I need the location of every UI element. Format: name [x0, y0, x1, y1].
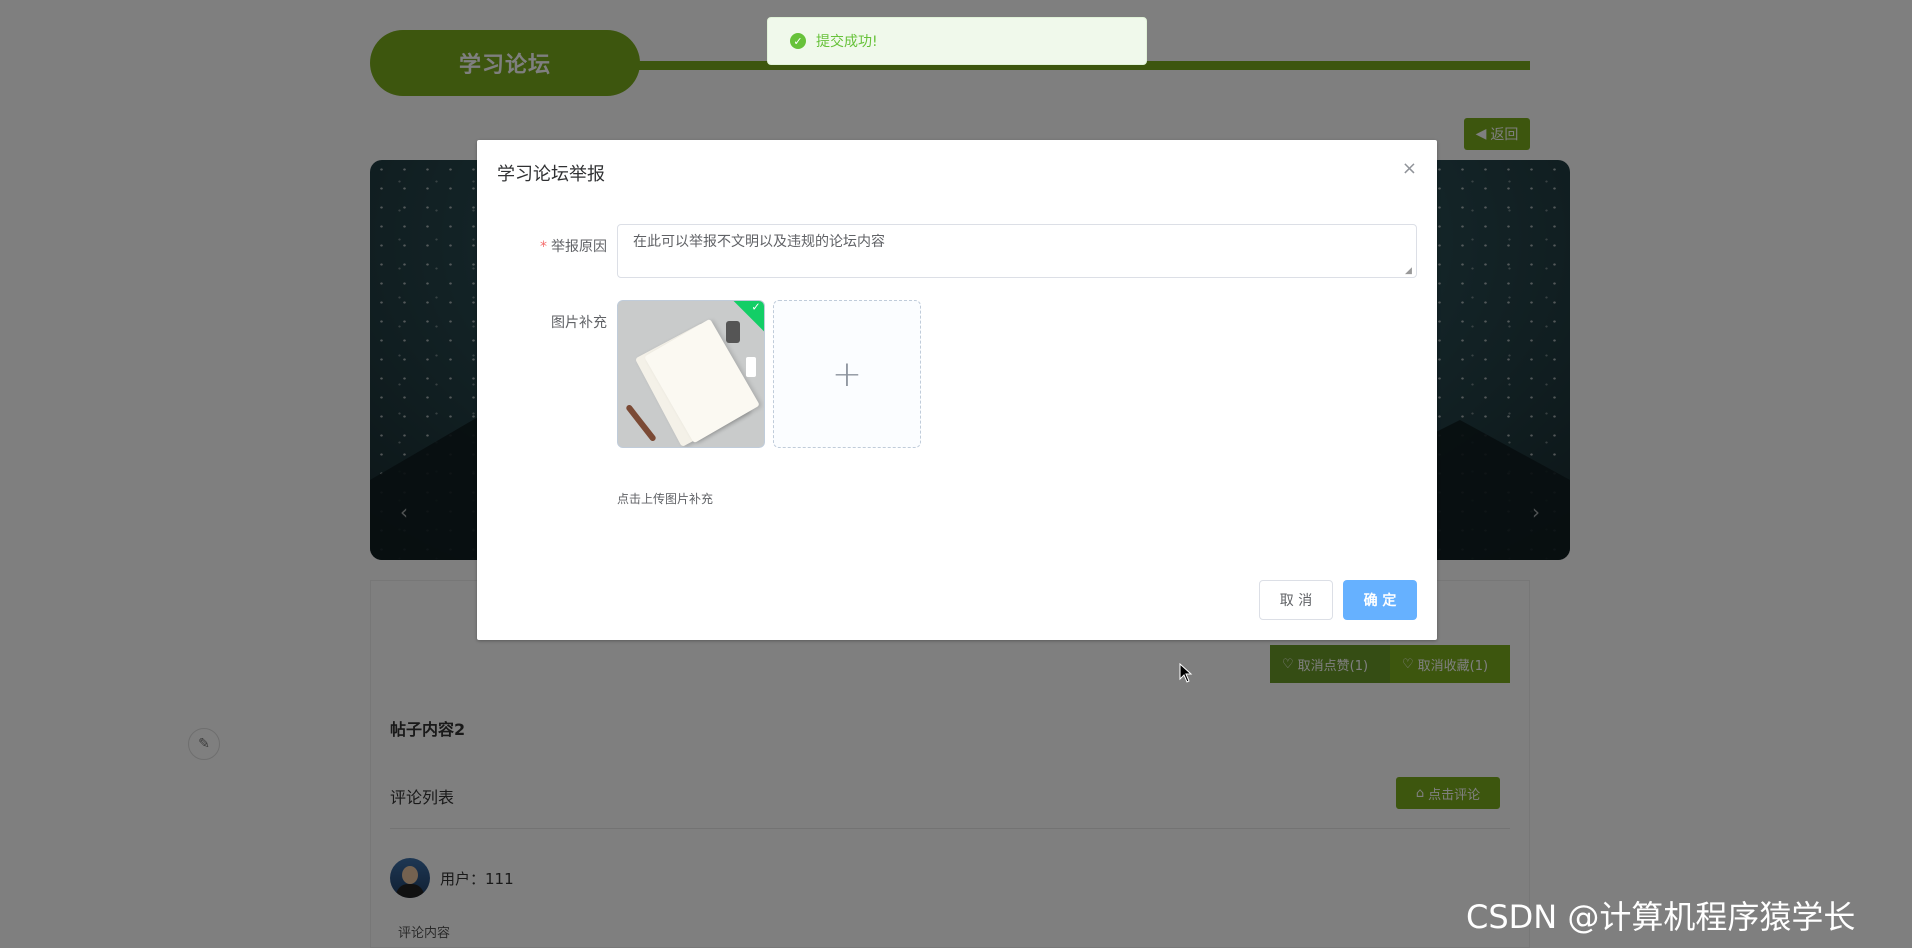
confirm-button[interactable]: 确 定 [1343, 580, 1417, 620]
check-circle-icon: ✓ [790, 33, 806, 49]
cancel-button[interactable]: 取 消 [1259, 580, 1333, 620]
clip-image [726, 321, 740, 343]
success-toast: ✓ 提交成功! [767, 17, 1147, 65]
report-dialog: 学习论坛举报 × * 举报原因 在此可以举报不文明以及违规的论坛内容 ◢ 图片补充… [477, 140, 1437, 640]
upload-tip: 点击上传图片补充 [617, 492, 714, 506]
reason-textarea[interactable]: 在此可以举报不文明以及违规的论坛内容 [617, 224, 1417, 278]
resize-handle-icon[interactable]: ◢ [1405, 266, 1415, 276]
reason-label-text: 举报原因 [551, 239, 607, 255]
image-label: 图片补充 [551, 315, 607, 331]
eraser-image [746, 357, 756, 377]
check-icon: ✓ [751, 300, 761, 314]
required-mark: * [540, 239, 547, 255]
upload-button[interactable]: + [773, 300, 921, 448]
mouse-cursor-icon [1179, 663, 1193, 683]
dialog-title: 学习论坛举报 [497, 164, 605, 185]
toast-message: 提交成功! [816, 34, 878, 50]
close-icon[interactable]: × [1402, 158, 1417, 179]
reason-label: * 举报原因 [497, 236, 607, 256]
uploaded-image-thumbnail[interactable]: ✓ [617, 300, 765, 448]
plus-icon: + [831, 353, 863, 395]
pen-image [625, 403, 657, 443]
notebook-image [644, 318, 760, 444]
watermark: CSDN @计算机程序猿学长 [1466, 898, 1856, 936]
